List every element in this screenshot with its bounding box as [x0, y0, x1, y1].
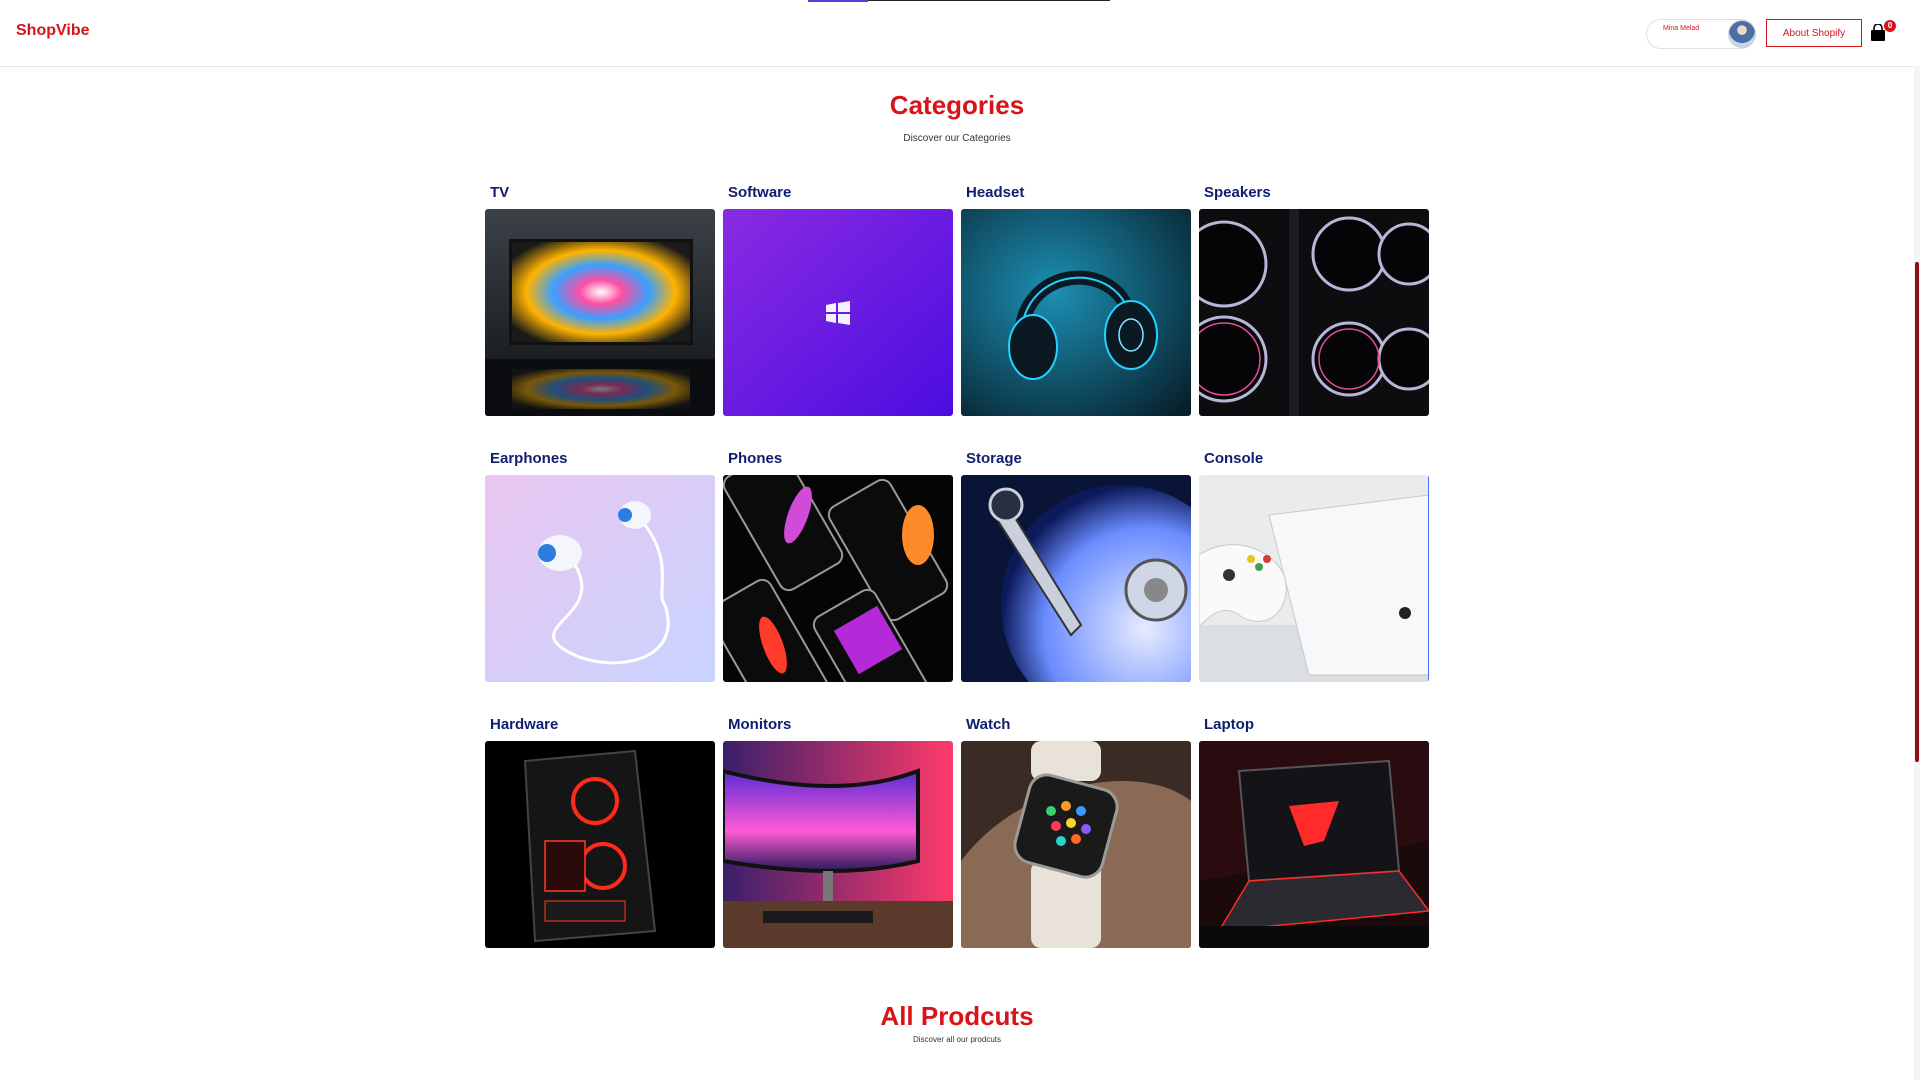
loading-bar-fill — [808, 0, 868, 2]
all-products-title: All Prodcuts — [880, 1001, 1034, 1031]
headset-image[interactable] — [961, 209, 1191, 416]
brand-logo[interactable]: ShopVibe — [16, 22, 90, 40]
page-scrollbar-thumb[interactable] — [1915, 262, 1919, 762]
category-label: TV — [490, 184, 510, 201]
user-name: Mina Melad — [1663, 25, 1700, 32]
storage-image[interactable] — [961, 475, 1191, 682]
user-profile-chip[interactable]: Mina Melad — [1646, 19, 1756, 49]
category-card-tv[interactable]: TV — [485, 184, 715, 416]
category-label: Software — [728, 184, 792, 201]
category-label: Storage — [966, 450, 1022, 467]
category-label: Laptop — [1204, 716, 1254, 733]
category-label: Console — [1204, 450, 1264, 467]
categories-title: Categories — [889, 90, 1025, 120]
category-card-console[interactable]: Console — [1199, 450, 1429, 682]
hardware-image[interactable] — [485, 741, 715, 948]
category-card-earphones[interactable]: Earphones — [485, 450, 715, 682]
category-label: Hardware — [490, 716, 559, 733]
laptop-image[interactable] — [1199, 741, 1429, 948]
software-image[interactable] — [723, 209, 953, 416]
category-card-watch[interactable]: Watch — [961, 716, 1191, 948]
category-card-speakers[interactable]: Speakers — [1199, 184, 1429, 416]
about-shopify-button[interactable]: About Shopify — [1766, 19, 1862, 47]
phones-image[interactable] — [723, 475, 953, 682]
category-label: Monitors — [728, 716, 792, 733]
categories-subtitle: Discover our Categories — [903, 133, 1011, 144]
category-card-phones[interactable]: Phones — [723, 450, 953, 682]
tv-image[interactable] — [485, 209, 715, 416]
cart-count-badge: 0 — [1884, 20, 1896, 32]
monitors-image[interactable] — [723, 741, 953, 948]
category-card-storage[interactable]: Storage — [961, 450, 1191, 682]
speakers-image[interactable] — [1199, 209, 1429, 416]
category-label: Watch — [966, 716, 1011, 733]
category-label: Phones — [728, 450, 783, 467]
category-label: Headset — [966, 184, 1025, 201]
category-label: Earphones — [490, 450, 568, 467]
category-label: Speakers — [1204, 184, 1271, 201]
console-image[interactable] — [1199, 475, 1429, 682]
avatar[interactable] — [1728, 20, 1756, 48]
earphones-image[interactable] — [485, 475, 715, 682]
category-card-hardware[interactable]: Hardware — [485, 716, 715, 948]
category-card-laptop[interactable]: Laptop — [1199, 716, 1429, 948]
top-navbar: ShopVibe Mina Melad About Shopify 0 — [0, 0, 1920, 67]
watch-image[interactable] — [961, 741, 1191, 948]
all-products-subtitle: Discover all our prodcuts — [912, 1035, 1002, 1044]
category-card-monitors[interactable]: Monitors — [723, 716, 953, 948]
category-card-headset[interactable]: Headset — [961, 184, 1191, 416]
category-card-software[interactable]: Software — [723, 184, 953, 416]
categories-grid: TV Software Headset Speakers Earphones P… — [485, 184, 1431, 948]
